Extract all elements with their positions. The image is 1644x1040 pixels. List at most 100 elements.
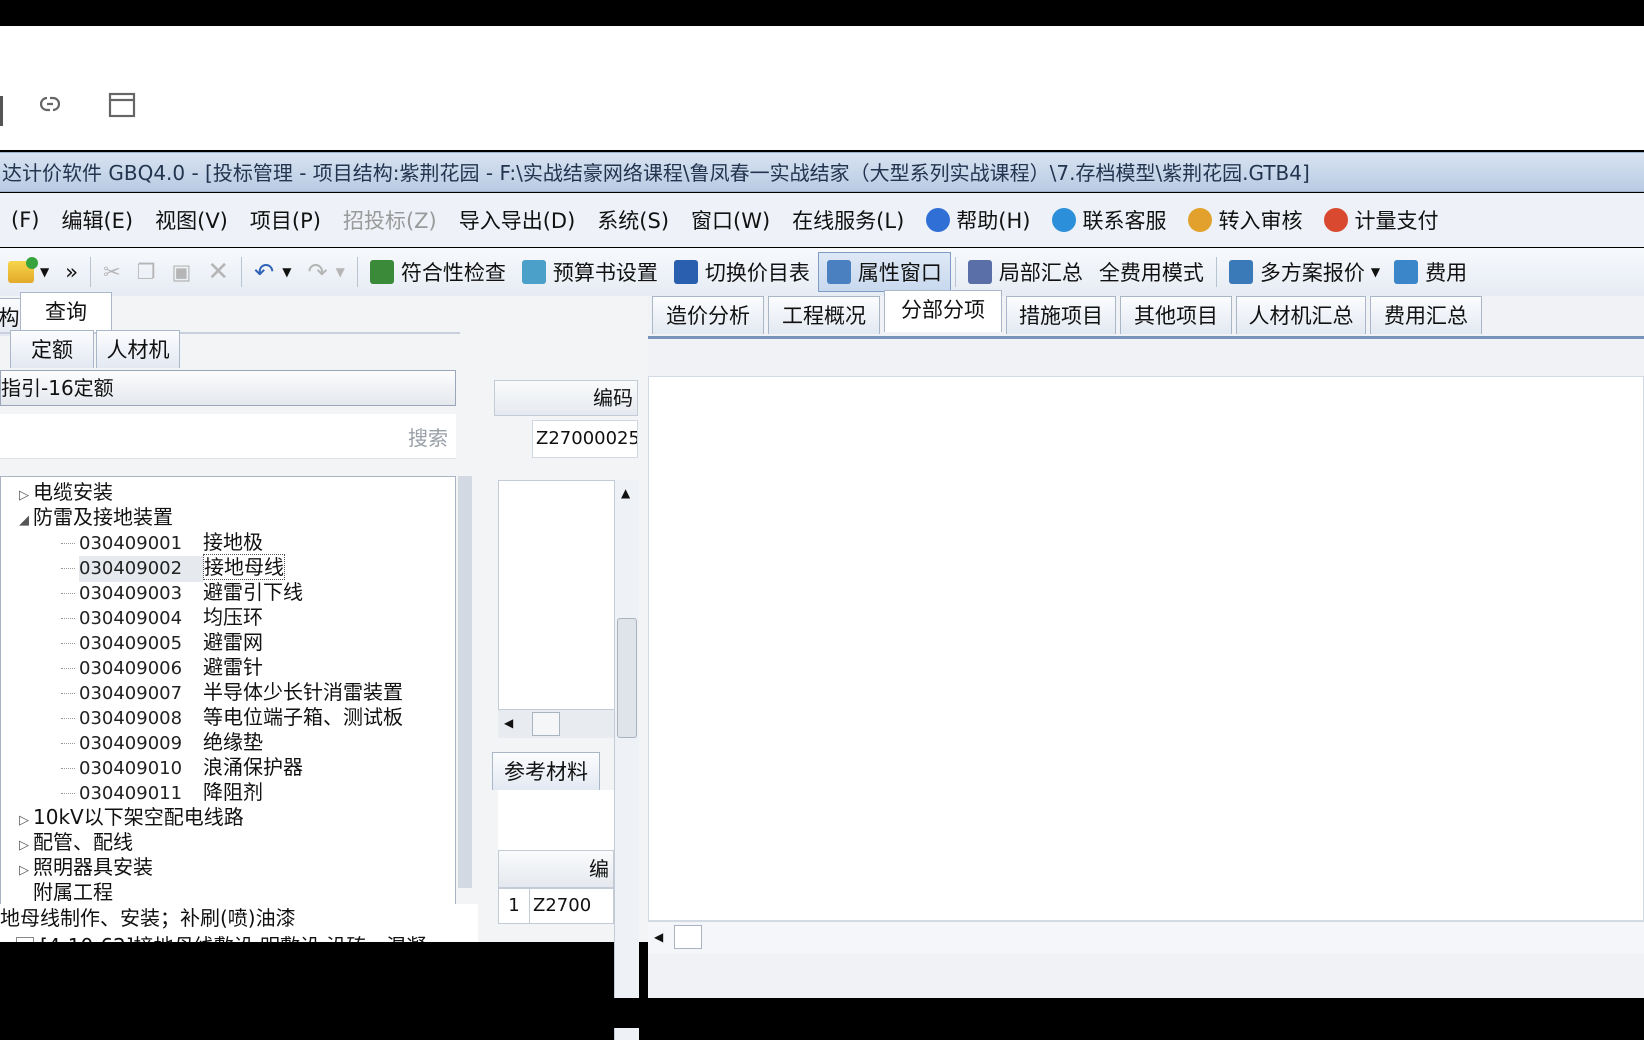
- toolbar: ▼ » ✂ ❐ ▣ ✕ ↶ ▼ ↷ ▼ 符合性检查 预算书设置 切换价目表 属性窗口 局部汇…: [0, 248, 1644, 297]
- tree-node[interactable]: 030409002 接地母线: [1, 554, 285, 582]
- copy-button[interactable]: ❐: [129, 252, 164, 292]
- checkbox[interactable]: [16, 937, 34, 942]
- tree-node[interactable]: ▷ 配管、配线: [1, 829, 133, 855]
- upper-grid: [498, 480, 624, 710]
- code-cell[interactable]: Z27000025: [532, 420, 638, 458]
- menu-item-3[interactable]: 项目(P): [239, 205, 332, 235]
- toolbar-button-label: 预算书设置: [552, 261, 658, 285]
- audit-icon: [1188, 208, 1213, 232]
- toolbar-button-label: 属性窗口: [857, 261, 942, 285]
- dropdown-arrow-icon[interactable]: ▼: [1371, 265, 1380, 279]
- paste-button[interactable]: ▣: [164, 252, 200, 292]
- main-tab-3[interactable]: 措施项目: [1006, 296, 1116, 334]
- horizontal-scrollbar[interactable]: ◀: [498, 710, 614, 738]
- tree-node[interactable]: 030409008 等电位端子箱、测试板: [1, 704, 403, 730]
- toolbar-button-1[interactable]: 预算书设置: [514, 252, 666, 292]
- toolbar-button-4[interactable]: 局部汇总: [960, 252, 1091, 292]
- menu-item-7[interactable]: 窗口(W): [680, 205, 781, 235]
- menu-item-4[interactable]: 招投标(Z): [332, 205, 448, 235]
- menu-item-12[interactable]: 计量支付: [1313, 205, 1449, 235]
- tree-node[interactable]: 附属工程: [1, 879, 113, 905]
- delete-button[interactable]: ✕: [199, 252, 237, 292]
- tree-node[interactable]: ▷ 10kV以下架空配电线路: [1, 804, 244, 830]
- tree-node[interactable]: 030409005 避雷网: [1, 629, 263, 655]
- menu-item-9[interactable]: 帮助(H): [915, 205, 1041, 235]
- toolbar-button-3[interactable]: 属性窗口: [817, 252, 951, 292]
- toolbar-button-2[interactable]: 切换价目表: [666, 252, 818, 292]
- guide-dropdown[interactable]: 指引-16定额: [0, 370, 456, 406]
- open-button[interactable]: ▼: [0, 252, 57, 292]
- scroll-left-icon[interactable]: ◀: [654, 930, 663, 944]
- subtab-labor-material[interactable]: 人材机: [96, 330, 180, 368]
- service-icon: [1052, 208, 1077, 232]
- menu-item-label: 计量支付: [1354, 209, 1439, 233]
- scroll-thumb[interactable]: [674, 925, 702, 949]
- menu-item-6[interactable]: 系统(S): [586, 205, 680, 235]
- cut-button[interactable]: ✂: [95, 252, 129, 292]
- tree-connector: [61, 618, 75, 619]
- toolbar-button-0[interactable]: 符合性检查: [362, 252, 514, 292]
- scroll-left-icon[interactable]: ◀: [504, 716, 513, 730]
- redo-button[interactable]: ↷ ▼: [300, 252, 353, 292]
- tab-reference-material[interactable]: 参考材料: [492, 752, 600, 790]
- undo-button[interactable]: ↶ ▼: [246, 252, 299, 292]
- tree-node[interactable]: ▷ 电缆安装: [1, 479, 113, 505]
- subtab-quota[interactable]: 定额: [10, 330, 94, 368]
- tab-label: 造价分析: [666, 304, 750, 328]
- menu-item-1[interactable]: 编辑(E): [50, 205, 144, 235]
- menu-item-label: 项目(P): [249, 209, 321, 233]
- tree-node-label: 附属工程: [33, 880, 113, 904]
- menu-item-10[interactable]: 联系客服: [1041, 205, 1177, 235]
- tree-scrollbar[interactable]: [458, 476, 472, 888]
- main-tab-2[interactable]: 分部分项: [884, 290, 1002, 332]
- tree-node-label: 10kV以下架空配电线路: [33, 805, 244, 829]
- toolbar-button-5[interactable]: 全费用模式: [1091, 252, 1212, 292]
- item-name: 半导体少长针消雷装置: [203, 680, 403, 704]
- tab-query[interactable]: 查询: [20, 292, 112, 334]
- menu-item-0[interactable]: (F): [0, 208, 50, 232]
- main-tab-0[interactable]: 造价分析: [652, 296, 764, 334]
- tree-node[interactable]: 030409004 均压环: [1, 604, 263, 630]
- property-window-icon: [826, 260, 851, 284]
- tree-node[interactable]: ▷ 照明器具安装: [1, 854, 153, 880]
- tree-connector: [61, 568, 75, 569]
- toolbar-separator: [90, 257, 92, 287]
- more-tools-button[interactable]: »: [57, 252, 86, 292]
- menu-item-11[interactable]: 转入审核: [1177, 205, 1313, 235]
- tree-node[interactable]: 030409010 浪涌保护器: [1, 754, 303, 780]
- window-icon[interactable]: [108, 92, 136, 125]
- tree-node[interactable]: 030409003 避雷引下线: [1, 579, 303, 605]
- toolbar-button-6[interactable]: 多方案报价: [1221, 252, 1373, 292]
- code-value: Z27000025: [536, 428, 638, 449]
- search-input[interactable]: 搜索: [0, 414, 456, 459]
- scroll-thumb[interactable]: [532, 712, 560, 736]
- tree-node-label: 电缆安装: [33, 480, 113, 504]
- item-name: 等电位端子箱、测试板: [203, 705, 403, 729]
- main-tab-1[interactable]: 工程概况: [768, 296, 880, 334]
- dropdown-arrow-icon[interactable]: ▼: [282, 265, 291, 279]
- middle-scrollbar[interactable]: ▲: [614, 480, 639, 1040]
- menu-item-5[interactable]: 导入导出(D): [448, 205, 587, 235]
- dropdown-arrow-icon[interactable]: ▼: [40, 265, 49, 279]
- menu-item-2[interactable]: 视图(V): [144, 205, 239, 235]
- tree-node[interactable]: ◢ 防雷及接地装置: [1, 504, 173, 530]
- reference-row[interactable]: 1 Z2700: [498, 888, 614, 924]
- menu-item-label: 编辑(E): [61, 209, 134, 233]
- dropdown-arrow-icon[interactable]: ▼: [336, 265, 345, 279]
- scroll-up-icon[interactable]: ▲: [621, 486, 630, 500]
- tree-node[interactable]: 030409009 绝缘垫: [1, 729, 263, 755]
- main-tab-5[interactable]: 人材机汇总: [1236, 296, 1366, 334]
- tree-node[interactable]: 030409001 接地极: [1, 529, 263, 555]
- content-horizontal-scrollbar[interactable]: ◀: [648, 921, 1644, 954]
- tree-node[interactable]: 030409007 半导体少长针消雷装置: [1, 679, 403, 705]
- link-icon[interactable]: [34, 92, 66, 123]
- tree-connector: [61, 693, 75, 694]
- menu-item-8[interactable]: 在线服务(L): [781, 205, 915, 235]
- tree-node[interactable]: 030409011 降阻剂: [1, 779, 263, 805]
- toolbar-button-7[interactable]: 费用: [1386, 252, 1475, 292]
- scroll-thumb[interactable]: [617, 618, 637, 738]
- tree-node[interactable]: 030409006 避雷针: [1, 654, 263, 680]
- code-column-header: 编码: [494, 380, 638, 416]
- main-tab-4[interactable]: 其他项目: [1120, 296, 1232, 334]
- main-tab-6[interactable]: 费用汇总: [1370, 296, 1482, 334]
